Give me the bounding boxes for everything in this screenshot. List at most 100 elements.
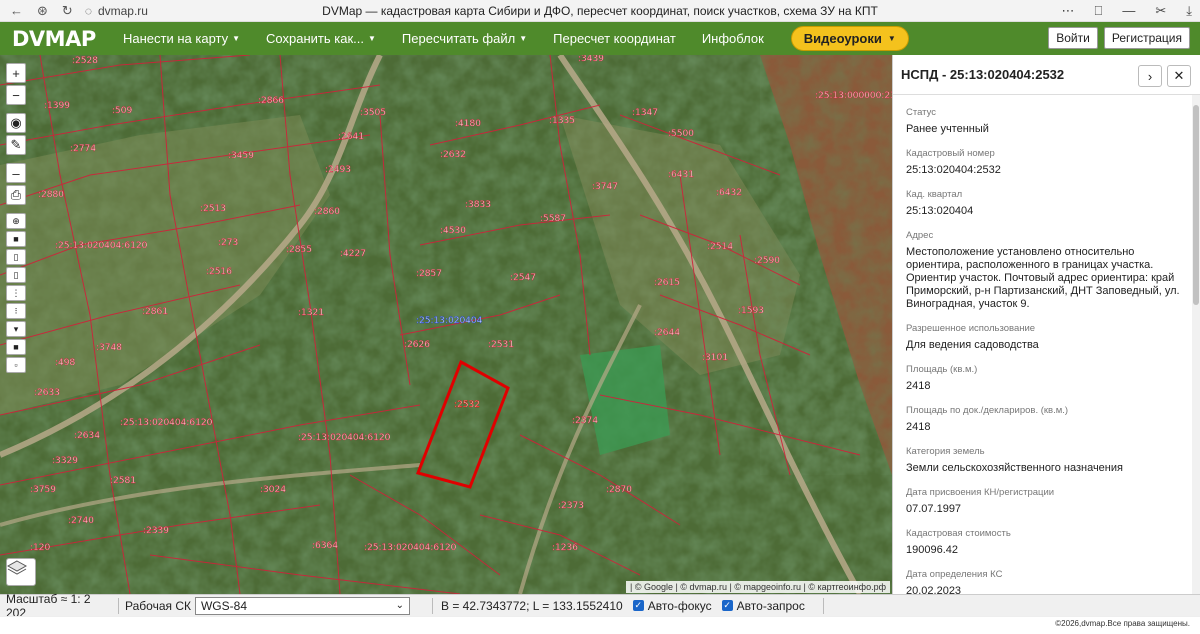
minimize-icon[interactable]: — [1122, 3, 1135, 19]
bookmark-icon[interactable]: ⎕ [1095, 3, 1103, 19]
plot-label[interactable]: :25:13:020404 [416, 316, 483, 326]
line-tool-icon[interactable]: – [6, 163, 26, 183]
plot-label[interactable]: :2632 [440, 150, 466, 160]
plot-label[interactable]: :1335 [549, 116, 575, 126]
address-bar[interactable]: ◌ dvmap.ru [85, 4, 148, 18]
plot-label[interactable]: :2339 [143, 526, 170, 536]
tool-icon[interactable]: ⊕ [6, 213, 26, 229]
plot-label[interactable]: :273 [218, 238, 239, 248]
plot-label[interactable]: :3759 [30, 485, 57, 495]
plot-label[interactable]: :120 [30, 543, 51, 553]
download-icon[interactable]: ⤓ [1186, 3, 1192, 19]
menu-item-draw[interactable]: Нанести на карту ▼ [110, 22, 253, 55]
close-button[interactable]: ✕ [1167, 65, 1191, 87]
plot-label[interactable]: :2880 [38, 190, 65, 200]
plot-label[interactable]: :2626 [404, 340, 431, 350]
plot-label[interactable]: :5500 [668, 129, 695, 139]
plot-label[interactable]: :6432 [716, 188, 742, 198]
video-lessons-button[interactable]: Видеоуроки ▼ [790, 26, 909, 51]
plot-label[interactable]: :25:13:020404:6120 [364, 543, 457, 553]
plot-label[interactable]: :4180 [455, 119, 482, 129]
device-icon[interactable]: ▯ [6, 267, 26, 283]
reload-icon[interactable]: ↻ [62, 4, 73, 17]
plot-label[interactable]: :2641 [338, 132, 364, 142]
plot-label[interactable]: :2861 [142, 307, 168, 317]
locate-icon[interactable]: ◉ [6, 113, 26, 133]
plot-label[interactable]: :2581 [110, 476, 136, 486]
plot-label[interactable]: :3459 [228, 151, 255, 161]
plot-label[interactable]: :2615 [654, 278, 680, 288]
plot-label[interactable]: :3101 [702, 353, 728, 363]
plot-label[interactable]: :2590 [754, 256, 781, 266]
scrollbar-thumb[interactable] [1193, 105, 1199, 305]
ruler-icon[interactable]: ✎ [6, 135, 26, 155]
plot-label[interactable]: :1399 [44, 101, 71, 111]
back-icon[interactable]: ← [10, 4, 23, 17]
extension-icon[interactable]: ✂ [1155, 3, 1166, 19]
plot-label[interactable]: :25:13:020404:6120 [55, 241, 148, 251]
logo[interactable]: DVMAP [0, 27, 110, 51]
plot-label[interactable]: :2870 [606, 485, 633, 495]
plot-label[interactable]: :6364 [312, 541, 339, 551]
map-view[interactable]: :2528:3439:1399:509:2866:3505:1347:25:13… [0, 55, 892, 594]
plot-label[interactable]: :2774 [70, 144, 97, 154]
plot-label[interactable]: :2866 [258, 96, 285, 106]
tablet-icon[interactable]: ▫ [6, 357, 26, 373]
autoquery-checkbox[interactable]: ✓ Авто-запрос [721, 599, 805, 613]
plot-label[interactable]: :2528 [72, 56, 99, 66]
print-icon[interactable]: ⎙ [6, 185, 26, 205]
login-button[interactable]: Войти [1048, 27, 1098, 49]
plot-label[interactable]: :3833 [465, 200, 491, 210]
panel-scrollbar[interactable] [1192, 95, 1200, 594]
plot-label[interactable]: :2516 [206, 267, 233, 277]
plot-label[interactable]: :2740 [68, 516, 95, 526]
plot-label[interactable]: :2532 [454, 400, 480, 410]
plot-label[interactable]: :1236 [552, 543, 579, 553]
plot-label[interactable]: :2633 [34, 388, 60, 398]
plot-label[interactable]: :25:13:000000:23 [815, 91, 892, 101]
layers-button[interactable] [6, 558, 36, 586]
satellite-map[interactable]: :2528:3439:1399:509:2866:3505:1347:25:13… [0, 55, 892, 594]
measure-icon[interactable]: ⋮ [6, 285, 26, 301]
zoom-out-button[interactable]: − [6, 85, 26, 105]
crs-select[interactable]: WGS-84 ⌄ [194, 596, 410, 615]
plot-label[interactable]: :1321 [298, 308, 324, 318]
register-button[interactable]: Регистрация [1103, 27, 1190, 49]
plot-label[interactable]: :2860 [314, 207, 341, 217]
autofocus-checkbox[interactable]: ✓ Авто-фокус [632, 599, 712, 613]
menu-item-infoblock[interactable]: Инфоблок [689, 22, 777, 55]
plot-label[interactable]: :6431 [668, 170, 694, 180]
plot-label[interactable]: :3505 [360, 108, 386, 118]
reader-icon[interactable]: ⊛ [37, 4, 48, 17]
plot-label[interactable]: :2374 [572, 416, 599, 426]
point-icon[interactable]: ■ [6, 339, 26, 355]
plot-label[interactable]: :3329 [52, 456, 79, 466]
plot-label[interactable]: :2531 [488, 340, 514, 350]
plot-label[interactable]: :2634 [74, 431, 101, 441]
pin-icon[interactable]: ⁝ [6, 303, 26, 319]
plot-label[interactable]: :1347 [632, 108, 658, 118]
plot-label[interactable]: :4227 [340, 249, 366, 259]
plot-label[interactable]: :498 [55, 358, 76, 368]
plot-label[interactable]: :4530 [440, 226, 467, 236]
plot-label[interactable]: :2513 [200, 204, 226, 214]
plot-label[interactable]: :2644 [654, 328, 681, 338]
plot-label[interactable]: :1593 [738, 306, 764, 316]
zoom-in-button[interactable]: + [6, 63, 26, 83]
expand-button[interactable]: › [1138, 65, 1162, 87]
plot-label[interactable]: :2514 [707, 242, 734, 252]
menu-item-recalc-coords[interactable]: Пересчет координат [540, 22, 689, 55]
plot-label[interactable]: :509 [112, 106, 133, 116]
square-tool-icon[interactable]: ■ [6, 231, 26, 247]
plot-label[interactable]: :2857 [416, 269, 442, 279]
plot-label[interactable]: :25:13:020404:6120 [120, 418, 213, 428]
plot-label[interactable]: :25:13:020404:6120 [298, 433, 391, 443]
menu-item-save[interactable]: Сохранить как... ▼ [253, 22, 389, 55]
marker-icon[interactable]: ▾ [6, 321, 26, 337]
menu-icon[interactable]: ⋯ [1062, 3, 1075, 19]
plot-label[interactable]: :2855 [286, 245, 312, 255]
plot-label[interactable]: :5587 [540, 214, 566, 224]
plot-label[interactable]: :3024 [260, 485, 287, 495]
phone-icon[interactable]: ▯ [6, 249, 26, 265]
menu-item-recalc-file[interactable]: Пересчитать файл ▼ [389, 22, 540, 55]
